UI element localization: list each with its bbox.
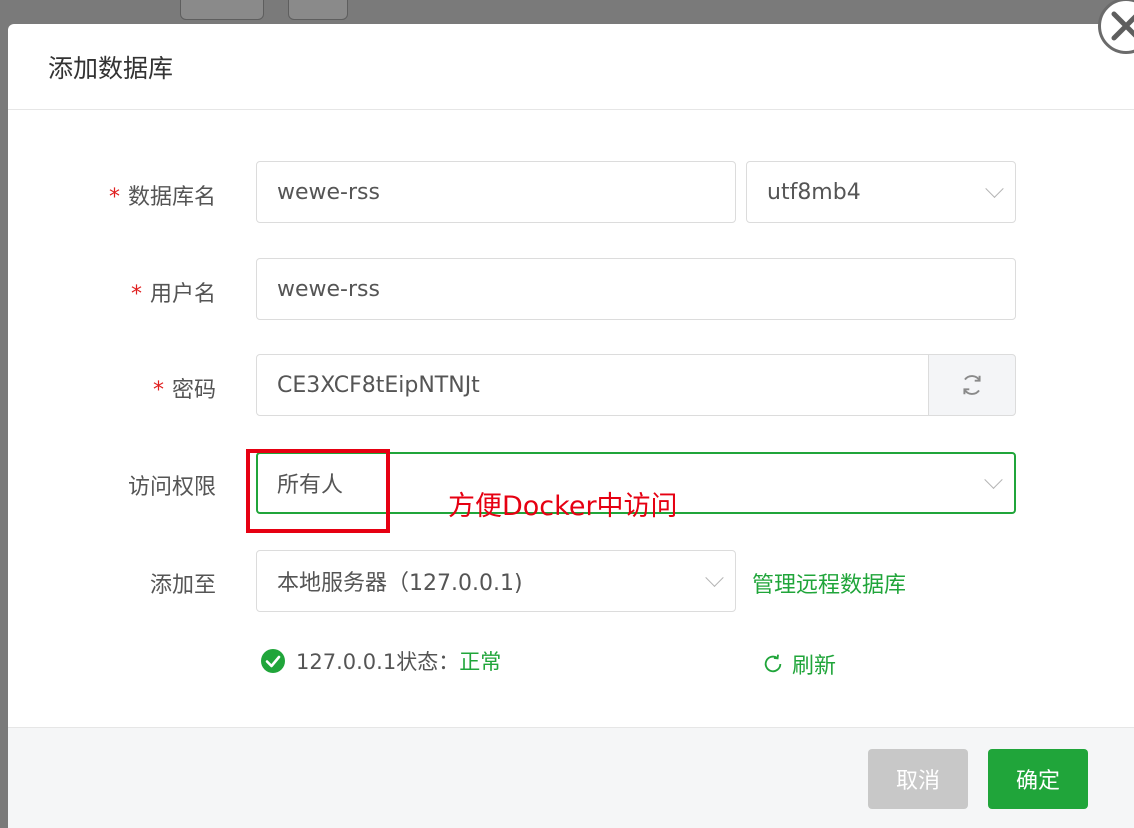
dialog-header: 添加数据库 <box>8 24 1134 110</box>
close-button[interactable] <box>1098 0 1134 54</box>
access-label: 访问权限 <box>128 469 216 501</box>
password-label: * 密码 <box>153 372 216 404</box>
username-label: * 用户名 <box>131 276 216 308</box>
background-button <box>180 0 264 20</box>
target-server-select[interactable]: 本地服务器（127.0.0.1) <box>256 550 736 612</box>
required-mark: * <box>130 282 142 307</box>
db-name-label-text: 数据库名 <box>127 185 216 210</box>
refresh-icon <box>963 375 981 395</box>
background-button <box>288 0 348 20</box>
required-mark: * <box>152 378 164 403</box>
target-label-text: 添加至 <box>149 573 216 598</box>
charset-select[interactable]: utf8mb4 <box>746 161 1016 223</box>
cancel-button[interactable]: 取消 <box>868 749 968 809</box>
dialog-footer: 取消 确定 <box>8 727 1134 828</box>
username-label-text: 用户名 <box>149 282 216 307</box>
status-state: 正常 <box>459 650 502 674</box>
username-value: wewe-rss <box>277 276 380 302</box>
annotation-highlight-box <box>246 449 390 533</box>
password-input[interactable]: CE3XCF8tEipNTNJt <box>256 354 930 416</box>
manage-remote-db-link[interactable]: 管理远程数据库 <box>752 567 906 599</box>
charset-value: utf8mb4 <box>767 179 861 205</box>
check-circle-icon <box>261 649 285 673</box>
confirm-button[interactable]: 确定 <box>988 749 1088 809</box>
password-label-text: 密码 <box>171 378 216 403</box>
db-name-value: wewe-rss <box>277 179 380 205</box>
close-icon <box>1111 11 1134 41</box>
db-name-label: * 数据库名 <box>109 179 216 211</box>
refresh-icon <box>764 654 782 673</box>
status-prefix: 127.0.0.1状态： <box>296 650 460 674</box>
password-value: CE3XCF8tEipNTNJt <box>277 372 480 398</box>
server-status: 127.0.0.1状态： 正常 <box>260 646 501 676</box>
chevron-down-icon <box>984 470 1003 489</box>
target-server-value: 本地服务器（127.0.0.1) <box>277 571 523 596</box>
chevron-down-icon <box>985 179 1004 198</box>
refresh-label: 刷新 <box>792 654 837 679</box>
refresh-status-button[interactable]: 刷新 <box>762 648 836 680</box>
access-label-text: 访问权限 <box>127 475 216 500</box>
regenerate-password-button[interactable] <box>928 354 1016 416</box>
dialog-title: 添加数据库 <box>48 53 174 83</box>
required-mark: * <box>108 185 120 210</box>
db-name-input[interactable]: wewe-rss <box>256 161 736 223</box>
annotation-text: 方便Docker中访问 <box>448 491 678 522</box>
target-label: 添加至 <box>150 567 216 599</box>
add-database-dialog: 添加数据库 * 数据库名 wewe-rss utf8mb4 * 用户名 wewe-r… <box>8 24 1134 828</box>
chevron-down-icon <box>705 568 724 587</box>
username-input[interactable]: wewe-rss <box>256 258 1016 320</box>
